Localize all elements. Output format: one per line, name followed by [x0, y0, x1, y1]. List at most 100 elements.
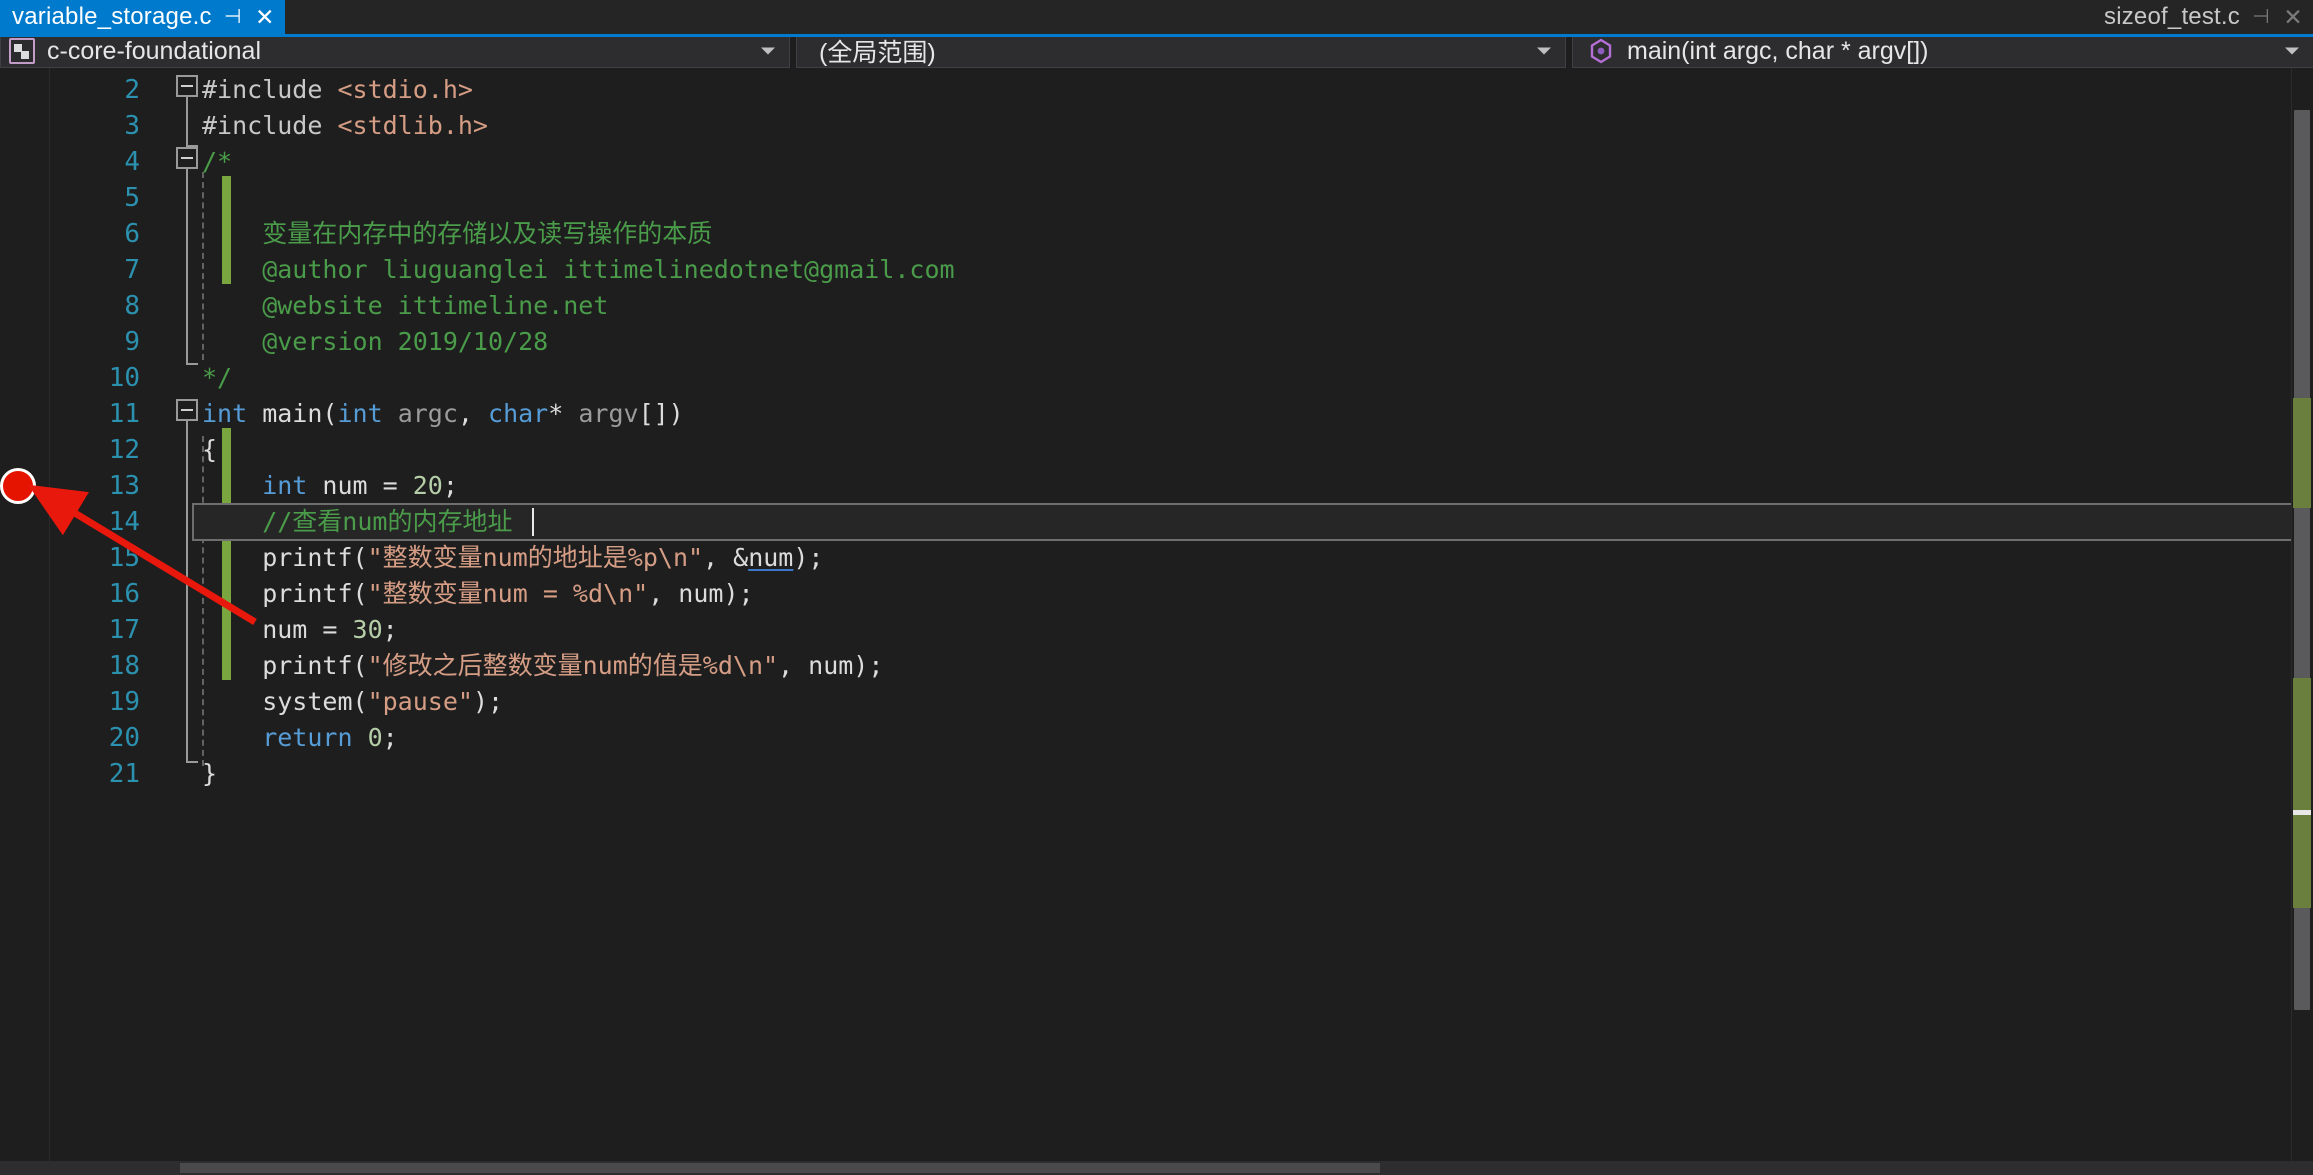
code-line[interactable]: @author liuguanglei ittimelinedotnet@gma…: [202, 252, 955, 288]
line-number: 9: [124, 327, 140, 357]
code-line[interactable]: //查看num的内存地址: [202, 504, 512, 540]
code-line[interactable]: system("pause");: [202, 684, 503, 720]
line-number: 2: [124, 75, 140, 105]
line-number: 10: [108, 363, 140, 393]
code-line[interactable]: printf("修改之后整数变量num的值是%d\n", num);: [202, 648, 883, 684]
editor-tab-strip: variable_storage.c ⊣ ✕ sizeof_test.c ⊣ ✕: [0, 0, 2313, 34]
code-line[interactable]: #include <stdlib.h>: [202, 108, 488, 144]
code-token: char: [488, 399, 549, 428]
change-scroll-mark: [2293, 398, 2311, 508]
code-text-area[interactable]: #include <stdio.h> #include <stdlib.h>/* …: [140, 68, 2297, 1175]
code-line[interactable]: return 0;: [202, 720, 398, 756]
fold-guide-end: [186, 363, 198, 365]
code-token: #include: [202, 111, 338, 140]
code-line[interactable]: num = 30;: [202, 612, 397, 648]
line-number: 19: [108, 687, 140, 717]
code-line[interactable]: #include <stdio.h>: [202, 72, 473, 108]
breakpoint-gutter[interactable]: [0, 68, 50, 1175]
code-token: printf(: [202, 543, 368, 572]
code-token: 变量在内存中的存储以及读写操作的本质: [202, 219, 713, 248]
chevron-down-icon[interactable]: [761, 47, 775, 55]
code-line[interactable]: {: [202, 432, 217, 468]
scope-dropdown[interactable]: (全局范围): [796, 34, 1566, 68]
code-token: <stdio.h>: [337, 75, 473, 104]
code-token: ,: [457, 399, 489, 428]
close-icon[interactable]: ✕: [254, 5, 276, 29]
method-icon: [1587, 37, 1615, 65]
fold-guide-line: [186, 421, 188, 761]
line-number-column: 2 3 4 5 6 7 8 9 10 11 12 13 14 15 16 17 18 19 20 21: [50, 68, 140, 1175]
code-token: main(: [247, 399, 338, 428]
code-token: #include: [202, 75, 338, 104]
code-token: /*: [202, 147, 233, 176]
fold-toggle-icon[interactable]: [176, 399, 198, 421]
pin-icon[interactable]: ⊣: [2250, 7, 2272, 27]
line-number: 12: [108, 435, 140, 465]
code-token: "整数变量num = %d\n": [367, 579, 649, 608]
text-caret: [532, 508, 534, 536]
code-token: <stdlib.h>: [337, 111, 488, 140]
code-token: num: [748, 543, 794, 572]
code-token: }: [202, 759, 218, 788]
code-line[interactable]: @website ittimeline.net: [202, 288, 608, 324]
line-number: 20: [108, 723, 140, 753]
code-token: "修改之后整数变量num的值是%d\n": [367, 651, 779, 680]
tab-variable-storage[interactable]: variable_storage.c ⊣ ✕: [0, 0, 285, 34]
line-number: 13: [108, 471, 140, 501]
code-line[interactable]: /*: [202, 144, 232, 180]
code-token: @version 2019/10/28: [202, 327, 549, 356]
line-number: 14: [108, 507, 140, 537]
code-token: {: [202, 435, 218, 464]
code-token: num =: [307, 471, 413, 500]
fold-toggle-icon[interactable]: [176, 147, 198, 169]
change-scroll-mark: [2293, 678, 2311, 908]
navigation-bar: c-core-foundational (全局范围) main(int argc…: [0, 34, 2313, 68]
code-line[interactable]: }: [202, 756, 217, 792]
scrollbar-thumb[interactable]: [180, 1163, 1380, 1173]
horizontal-scrollbar[interactable]: [0, 1161, 2313, 1175]
code-line[interactable]: int num = 20;: [202, 468, 458, 504]
code-token: //查看num的内存地址: [202, 507, 513, 536]
tab-sizeof-test[interactable]: sizeof_test.c ⊣ ✕: [2092, 0, 2313, 34]
line-number: 11: [108, 399, 140, 429]
code-line[interactable]: printf("整数变量num = %d\n", num);: [202, 576, 753, 612]
code-editor[interactable]: 2 3 4 5 6 7 8 9 10 11 12 13 14 15 16 17 18 19 20 21 #includ…: [0, 68, 2313, 1175]
chevron-down-icon[interactable]: [2285, 47, 2299, 55]
code-token: 30: [352, 615, 383, 644]
line-number: 21: [108, 759, 140, 789]
code-line[interactable]: 变量在内存中的存储以及读写操作的本质: [202, 216, 712, 252]
line-number: 16: [108, 579, 140, 609]
code-token: @author liuguanglei ittimelinedotnet@gma…: [202, 255, 955, 284]
line-number: 8: [124, 291, 140, 321]
tab-title: variable_storage.c: [12, 3, 212, 30]
project-dropdown[interactable]: c-core-foundational: [0, 34, 790, 68]
code-line[interactable]: printf("整数变量num的地址是%p\n", &num);: [202, 540, 823, 576]
fold-toggle-icon[interactable]: [176, 75, 198, 97]
breakpoint-marker[interactable]: [0, 468, 36, 504]
code-token: *: [548, 399, 579, 428]
member-name: main(int argc, char * argv[]): [1627, 36, 1929, 65]
member-dropdown[interactable]: main(int argc, char * argv[]): [1572, 34, 2313, 68]
code-token: "整数变量num的地址是%p\n": [367, 543, 704, 572]
fold-guide-line: [186, 97, 188, 145]
code-line[interactable]: int main(int argc, char* argv[]): [202, 396, 684, 432]
line-number: 17: [108, 615, 140, 645]
code-token: );: [472, 687, 504, 716]
code-token: int: [337, 399, 383, 428]
vertical-scrollbar[interactable]: [2291, 68, 2313, 1175]
fold-guide-end: [186, 761, 198, 763]
code-token: int: [202, 471, 308, 500]
line-number: 7: [124, 255, 140, 285]
code-line[interactable]: @version 2019/10/28: [202, 324, 548, 360]
caret-scroll-mark: [2293, 810, 2311, 815]
code-token: int: [202, 399, 248, 428]
code-token: system(: [202, 687, 368, 716]
focus-indicator-line: [0, 34, 2313, 37]
pin-icon[interactable]: ⊣: [222, 7, 244, 27]
code-token: argv: [578, 399, 639, 428]
chevron-down-icon[interactable]: [1537, 47, 1551, 55]
code-token: return: [202, 723, 353, 752]
code-line[interactable]: */: [202, 360, 232, 396]
close-icon[interactable]: ✕: [2282, 5, 2304, 29]
code-token: printf(: [202, 579, 368, 608]
